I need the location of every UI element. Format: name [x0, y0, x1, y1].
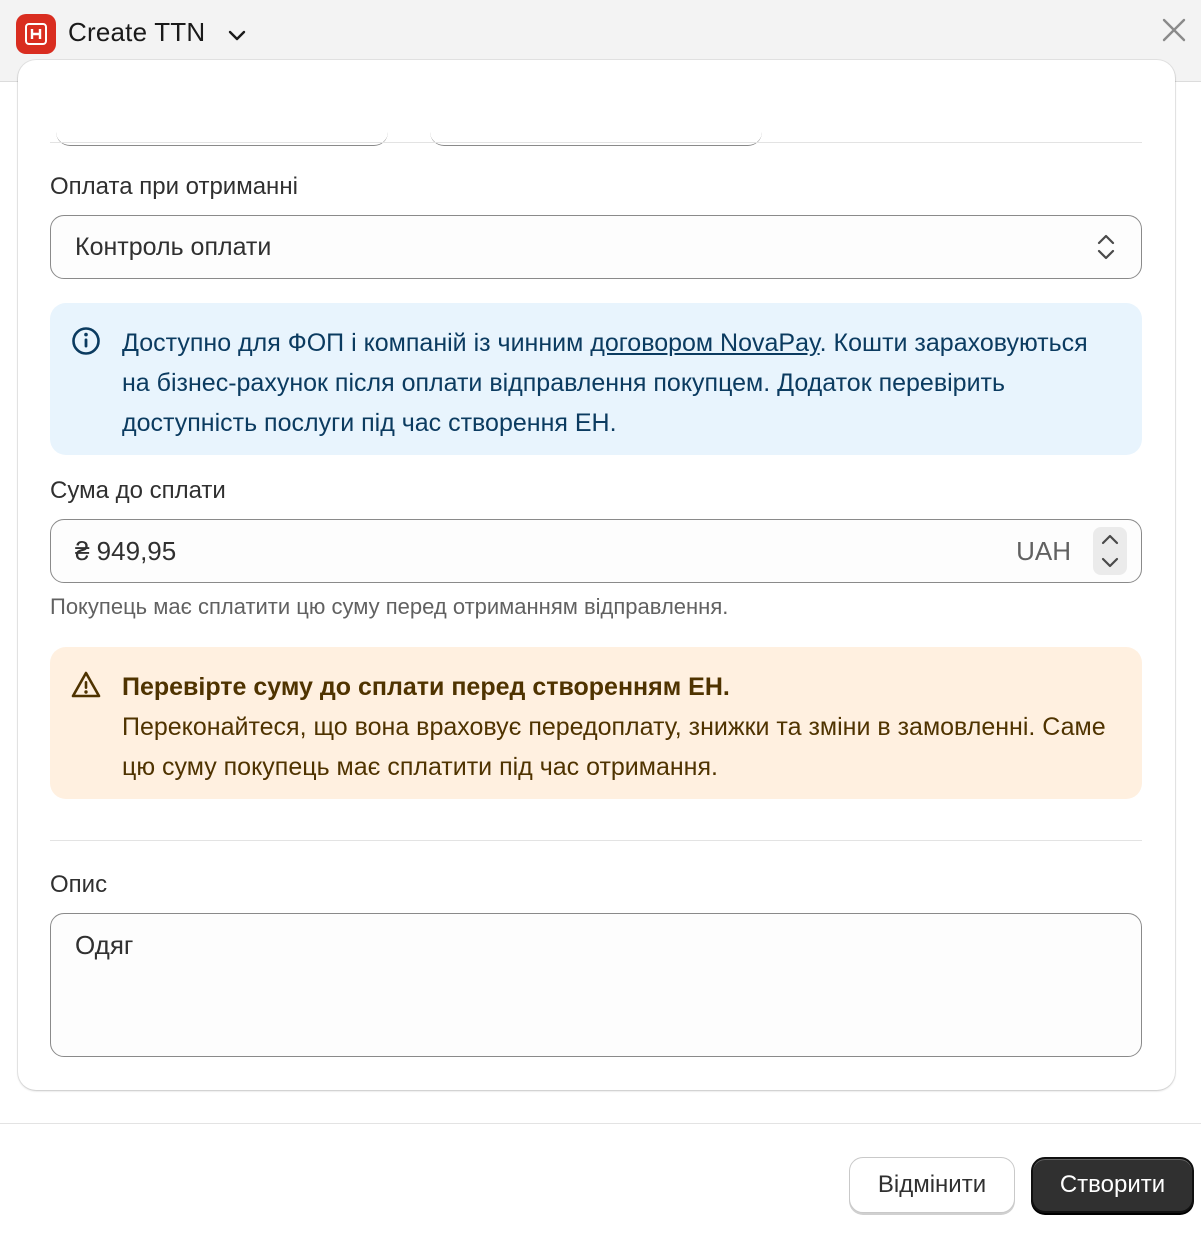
- section-divider: [50, 142, 1142, 143]
- payment-type-select[interactable]: Контроль оплати: [50, 215, 1142, 279]
- cancel-button[interactable]: Відмінити: [849, 1157, 1015, 1213]
- chevron-up-icon[interactable]: [1097, 529, 1123, 551]
- amount-stepper[interactable]: [1093, 527, 1127, 575]
- warning-banner-text: Перевірте суму до сплати перед створення…: [122, 667, 1118, 787]
- warning-icon: [71, 671, 101, 698]
- form-card: Оплата при отриманні Контроль оплати Дос…: [18, 60, 1175, 1090]
- create-button[interactable]: Створити: [1031, 1157, 1194, 1213]
- info-banner: Доступно для ФОП і компаній із чинним до…: [50, 303, 1142, 455]
- amount-currency: UAH: [1016, 536, 1071, 566]
- description-textarea[interactable]: Одяг: [50, 913, 1142, 1057]
- info-icon: [72, 327, 100, 355]
- description-value: Одяг: [75, 930, 134, 960]
- info-banner-text: Доступно для ФОП і компаній із чинним до…: [122, 323, 1118, 443]
- payment-on-delivery-label: Оплата при отриманні: [50, 173, 298, 200]
- amount-input[interactable]: ₴ 949,95 UAH: [50, 519, 1142, 583]
- amount-value: ₴ 949,95: [75, 536, 177, 566]
- novapay-contract-link[interactable]: договором NovaPay: [590, 329, 819, 357]
- payment-type-value: Контроль оплати: [75, 233, 272, 261]
- amount-help-text: Покупець має сплатити цю суму перед отри…: [50, 594, 729, 619]
- select-arrows-icon: [1097, 234, 1115, 260]
- warning-title: Перевірте суму до сплати перед створення…: [122, 673, 730, 701]
- app-icon: [16, 14, 56, 54]
- close-icon[interactable]: [1160, 16, 1188, 44]
- chevron-down-icon[interactable]: [1097, 551, 1123, 573]
- warning-body: Переконайтеся, що вона враховує передопл…: [122, 713, 1106, 781]
- footer-divider: [0, 1123, 1201, 1124]
- description-label: Опис: [50, 871, 108, 898]
- section-divider: [50, 840, 1142, 841]
- warning-banner: Перевірте суму до сплати перед створення…: [50, 647, 1142, 799]
- app-title[interactable]: Create TTN: [68, 17, 205, 48]
- amount-label: Сума до сплати: [50, 477, 226, 504]
- info-text-start: Доступно для ФОП і компаній із чинним: [122, 329, 591, 357]
- chevron-down-icon[interactable]: [226, 24, 248, 46]
